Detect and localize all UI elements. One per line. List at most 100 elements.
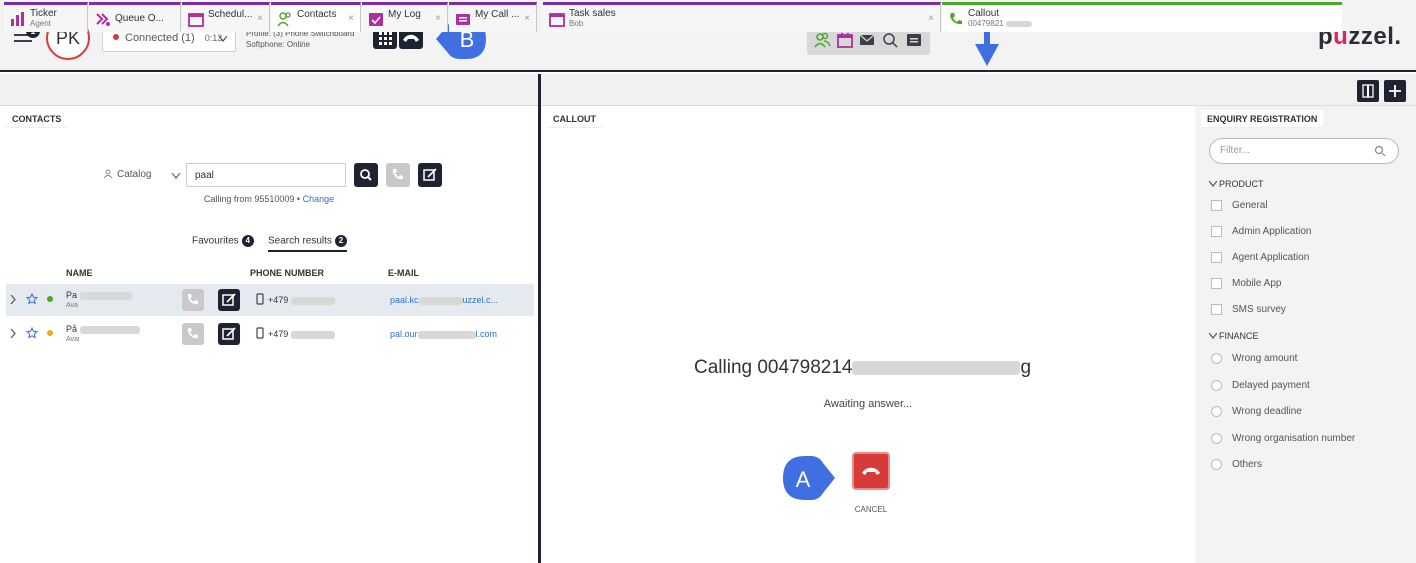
close-icon[interactable]: ×	[928, 13, 934, 24]
filter-input[interactable]: Filter...	[1209, 138, 1399, 164]
tab-contacts[interactable]: Contacts ×	[271, 2, 361, 32]
option-wrong-organisation-number[interactable]: Wrong organisation number	[1211, 433, 1355, 444]
radio[interactable]	[1211, 380, 1222, 391]
app-window: 1 PK Connected (1)0:13 Profile: (3) Phon…	[0, 0, 1416, 563]
tab-callout[interactable]: Callout 00479821	[942, 2, 1342, 32]
option-agent-application[interactable]: Agent Application	[1211, 252, 1309, 263]
option-delayed-payment[interactable]: Delayed payment	[1211, 380, 1310, 391]
radio[interactable]	[1211, 353, 1222, 364]
calendar-icon	[188, 13, 204, 27]
checkbox[interactable]	[1211, 226, 1222, 237]
calling-from: Calling from 95510009 • Change	[203, 194, 335, 204]
chevron-right-icon[interactable]	[10, 329, 16, 338]
close-icon[interactable]: ×	[524, 13, 530, 24]
tabs-row	[0, 74, 1416, 106]
column-phone[interactable]: PHONE NUMBER	[250, 268, 324, 278]
group-finance[interactable]: FINANCE	[1208, 331, 1259, 341]
tab-title: Contacts	[297, 9, 337, 20]
redacted	[1005, 20, 1032, 27]
option-wrong-amount[interactable]: Wrong amount	[1211, 353, 1297, 364]
change-link[interactable]: Change	[303, 194, 335, 204]
calendar-icon	[549, 13, 565, 27]
plus-icon	[1389, 85, 1401, 97]
mobile-icon	[256, 327, 264, 339]
call-contact-button[interactable]	[182, 289, 204, 311]
column-name[interactable]: NAME	[66, 268, 93, 278]
tab-queue-overview[interactable]: Queue O...	[89, 2, 181, 32]
contact-phone: +479	[268, 329, 335, 339]
column-email[interactable]: E-MAIL	[388, 268, 419, 278]
tab-task-sales[interactable]: Task sales Bob ×	[543, 2, 941, 32]
chat-icon[interactable]	[905, 31, 923, 49]
cancel-call-button[interactable]	[852, 452, 890, 490]
enquiry-section-title: ENQUIRY REGISTRATION	[1201, 110, 1324, 128]
tab-subtitle: 00479821	[968, 19, 1032, 28]
contact-row[interactable]: Pa Ava +479 paal.kc uzzel.c...	[6, 284, 534, 316]
tab-schedule[interactable]: Schedul... ×	[182, 2, 270, 32]
edit-button[interactable]	[418, 163, 442, 187]
contact-email[interactable]: paal.kc uzzel.c...	[390, 295, 498, 305]
star-icon[interactable]	[26, 327, 38, 339]
option-sms-survey[interactable]: SMS survey	[1211, 304, 1286, 315]
tab-title: Queue O...	[115, 13, 164, 24]
redacted	[852, 360, 1021, 375]
option-wrong-deadline[interactable]: Wrong deadline	[1211, 406, 1302, 417]
contacts-icon	[103, 169, 113, 179]
catalog-select[interactable]: Catalog	[96, 163, 186, 187]
checkbox[interactable]	[1211, 304, 1222, 315]
split-view-button[interactable]	[1357, 80, 1379, 102]
call-button[interactable]	[386, 163, 410, 187]
search-results-count: 2	[334, 235, 347, 247]
checkbox[interactable]	[1211, 252, 1222, 263]
tab-my-log[interactable]: My Log ×	[362, 2, 448, 32]
tab-title: Task sales	[569, 8, 616, 19]
radio[interactable]	[1211, 459, 1222, 470]
contact-email[interactable]: pal.our l.com	[390, 329, 497, 339]
tab-my-call[interactable]: My Call ... ×	[449, 2, 537, 32]
phone-icon	[392, 169, 403, 180]
call-contact-button[interactable]	[182, 323, 204, 345]
search-button[interactable]	[354, 163, 378, 187]
search-icon[interactable]	[881, 31, 899, 49]
option-admin-application[interactable]: Admin Application	[1211, 226, 1312, 237]
chevron-down-icon	[219, 36, 227, 42]
close-icon[interactable]: ×	[348, 13, 354, 24]
star-icon[interactable]	[26, 293, 38, 305]
checkbox[interactable]	[1211, 278, 1222, 289]
edit-contact-button[interactable]	[218, 289, 240, 311]
option-mobile-app[interactable]: Mobile App	[1211, 278, 1281, 289]
group-product[interactable]: PRODUCT	[1208, 179, 1264, 189]
add-tab-button[interactable]	[1384, 80, 1406, 102]
calendar-icon[interactable]	[836, 31, 854, 49]
tab-favourites[interactable]: Favourites 4	[192, 235, 254, 247]
tab-search-results[interactable]: Search results 2	[268, 235, 347, 252]
contacts-pane: CONTACTS Catalog Calling from 95510009 •…	[0, 106, 538, 563]
checkbox[interactable]	[1211, 200, 1222, 211]
queue-icon	[96, 13, 110, 26]
callout-marker-a: A	[783, 456, 835, 500]
close-icon[interactable]: ×	[435, 13, 441, 24]
radio[interactable]	[1211, 433, 1222, 444]
option-others[interactable]: Others	[1211, 459, 1262, 470]
contact-row[interactable]: På Avai +479 pal.our l.com	[6, 318, 534, 350]
availability-dot	[47, 296, 53, 302]
redacted	[290, 330, 335, 339]
tab-ticker[interactable]: Ticker Agent	[4, 2, 88, 32]
tab-title: My Log	[388, 9, 421, 20]
catalog-label: Catalog	[117, 169, 152, 180]
mail-icon[interactable]	[858, 31, 876, 49]
redacted	[79, 291, 132, 300]
chevron-down-icon	[1208, 332, 1218, 339]
tab-title: Schedul...	[208, 9, 253, 20]
search-icon	[360, 169, 372, 181]
chevron-right-icon[interactable]	[10, 295, 16, 304]
close-icon[interactable]: ×	[257, 13, 263, 24]
contacts-icon[interactable]	[813, 31, 831, 49]
search-input[interactable]	[186, 163, 346, 187]
tab-subtitle: Agent	[30, 19, 51, 28]
callout-pane: CALLOUT Calling 004798214 g Awaiting answ…	[541, 106, 1195, 563]
radio[interactable]	[1211, 406, 1222, 417]
edit-icon	[222, 327, 236, 340]
edit-contact-button[interactable]	[218, 323, 240, 345]
option-general[interactable]: General	[1211, 200, 1268, 211]
